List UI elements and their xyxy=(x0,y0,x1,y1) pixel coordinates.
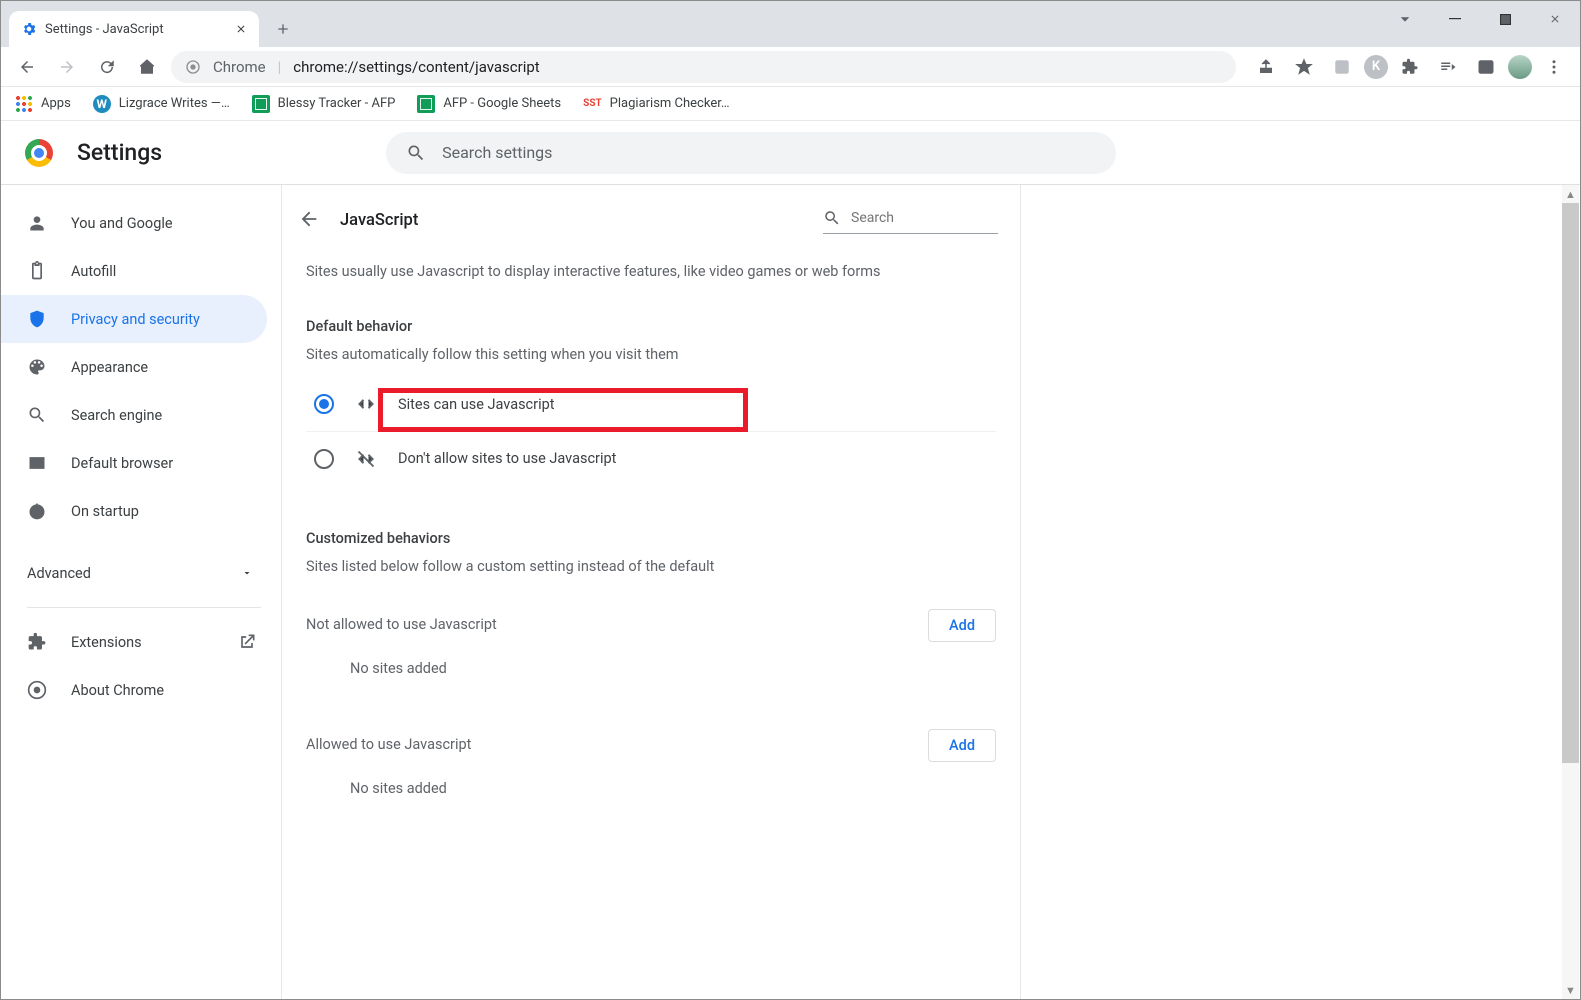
allowlist-title: Allowed to use Javascript xyxy=(306,735,471,755)
settings-search-placeholder: Search settings xyxy=(442,143,552,162)
reload-button[interactable] xyxy=(91,51,123,83)
sidebar-item-privacy-and-security[interactable]: Privacy and security xyxy=(1,295,267,343)
account-k-icon[interactable]: K xyxy=(1364,55,1388,79)
sidebar-item-default-browser[interactable]: Default browser xyxy=(1,439,267,487)
bookmark-blessy[interactable]: Blessy Tracker - AFP xyxy=(252,95,396,113)
chrome-icon xyxy=(185,59,201,75)
close-icon[interactable] xyxy=(235,23,247,35)
sidebar-item-extensions[interactable]: Extensions xyxy=(1,618,267,666)
bookmark-afp[interactable]: AFP - Google Sheets xyxy=(417,95,561,113)
chrome-logo-icon xyxy=(25,139,53,167)
vertical-scrollbar[interactable]: ▲ ▼ xyxy=(1562,185,1579,999)
window-controls xyxy=(1380,1,1580,37)
chrome-icon xyxy=(27,680,47,700)
chevron-down-icon[interactable] xyxy=(1380,1,1430,37)
person-icon xyxy=(27,213,47,233)
sidebar-item-you-and-google[interactable]: You and Google xyxy=(1,199,267,247)
bookmarks-bar: Apps WLizgrace Writes —… Blessy Tracker … xyxy=(1,87,1580,121)
address-bar[interactable]: Chrome | chrome://settings/content/javas… xyxy=(171,51,1236,83)
share-icon[interactable] xyxy=(1250,51,1282,83)
profile-avatar[interactable] xyxy=(1508,55,1532,79)
bookmark-plagiarism[interactable]: SSTPlagiarism Checker… xyxy=(583,96,729,111)
sheets-icon xyxy=(252,95,270,113)
sidebar-item-about-chrome[interactable]: About Chrome xyxy=(1,666,267,714)
reader-icon[interactable] xyxy=(1326,51,1358,83)
sheets-icon xyxy=(417,95,435,113)
option-allow-javascript[interactable]: Sites can use Javascript xyxy=(306,378,996,432)
default-behavior-desc: Sites automatically follow this setting … xyxy=(306,345,996,365)
sidebar-advanced-toggle[interactable]: Advanced xyxy=(1,549,281,597)
omni-url: chrome://settings/content/javascript xyxy=(293,58,539,76)
gear-icon xyxy=(21,21,37,37)
panel-search[interactable] xyxy=(823,207,998,234)
tab-strip: Settings - JavaScript xyxy=(1,1,1580,47)
search-icon xyxy=(823,209,841,227)
sidepanel-icon[interactable] xyxy=(1470,51,1502,83)
browser-icon xyxy=(27,453,47,473)
power-icon xyxy=(27,501,47,521)
search-icon xyxy=(27,405,47,425)
external-link-icon xyxy=(237,632,257,652)
blocklist-add-button[interactable]: Add xyxy=(928,609,996,642)
settings-sidebar: You and Google Autofill Privacy and secu… xyxy=(1,185,281,999)
panel-search-input[interactable] xyxy=(851,210,981,226)
radio-selected-icon xyxy=(314,394,334,414)
allowlist-add-button[interactable]: Add xyxy=(928,729,996,762)
sst-icon: SST xyxy=(583,98,602,109)
scroll-up-arrow-icon[interactable]: ▲ xyxy=(1562,185,1579,203)
allowlist-empty: No sites added xyxy=(306,762,996,815)
panel-back-button[interactable] xyxy=(298,208,320,234)
code-off-icon xyxy=(356,449,376,469)
settings-panel: JavaScript Sites usually use Javascript … xyxy=(281,185,1021,999)
back-button[interactable] xyxy=(11,51,43,83)
clipboard-icon xyxy=(27,261,47,281)
tab-title: Settings - JavaScript xyxy=(45,22,164,37)
new-tab-button[interactable] xyxy=(267,13,299,45)
kebab-menu-icon[interactable] xyxy=(1538,51,1570,83)
browser-toolbar: Chrome | chrome://settings/content/javas… xyxy=(1,47,1580,87)
settings-header: Settings Search settings xyxy=(1,121,1580,185)
intro-text: Sites usually use Javascript to display … xyxy=(306,262,996,282)
puzzle-icon xyxy=(27,632,47,652)
toolbar-right: K xyxy=(1244,51,1570,83)
media-icon[interactable] xyxy=(1432,51,1464,83)
blocklist-title: Not allowed to use Javascript xyxy=(306,615,497,635)
settings-title: Settings xyxy=(77,139,162,166)
close-window-button[interactable] xyxy=(1530,1,1580,37)
maximize-button[interactable] xyxy=(1480,1,1530,37)
wordpress-icon: W xyxy=(93,95,111,113)
caret-down-icon xyxy=(241,567,253,579)
scroll-down-arrow-icon[interactable]: ▼ xyxy=(1562,981,1579,999)
home-button[interactable] xyxy=(131,51,163,83)
bookmark-apps[interactable]: Apps xyxy=(15,95,71,113)
extensions-icon[interactable] xyxy=(1394,51,1426,83)
code-icon xyxy=(356,394,376,414)
scroll-thumb[interactable] xyxy=(1562,203,1579,763)
browser-tab[interactable]: Settings - JavaScript xyxy=(9,11,259,47)
omni-prefix: Chrome xyxy=(213,58,266,76)
apps-grid-icon xyxy=(15,95,33,113)
sidebar-item-appearance[interactable]: Appearance xyxy=(1,343,267,391)
bookmark-star-icon[interactable] xyxy=(1288,51,1320,83)
search-icon xyxy=(406,143,426,163)
sidebar-item-search-engine[interactable]: Search engine xyxy=(1,391,267,439)
settings-search[interactable]: Search settings xyxy=(386,132,1116,174)
customized-behaviors-desc: Sites listed below follow a custom setti… xyxy=(306,557,996,577)
minimize-button[interactable] xyxy=(1430,1,1480,37)
palette-icon xyxy=(27,357,47,377)
plus-icon xyxy=(275,21,291,37)
default-behavior-title: Default behavior xyxy=(306,318,996,335)
bookmark-lizgrace[interactable]: WLizgrace Writes —… xyxy=(93,95,230,113)
sidebar-item-autofill[interactable]: Autofill xyxy=(1,247,267,295)
shield-icon xyxy=(27,309,47,329)
panel-title: JavaScript xyxy=(340,211,418,230)
sidebar-item-on-startup[interactable]: On startup xyxy=(1,487,267,535)
option-block-javascript[interactable]: Don't allow sites to use Javascript xyxy=(306,432,996,486)
radio-unselected-icon xyxy=(314,449,334,469)
blocklist-empty: No sites added xyxy=(306,642,996,695)
customized-behaviors-title: Customized behaviors xyxy=(306,530,996,547)
forward-button[interactable] xyxy=(51,51,83,83)
